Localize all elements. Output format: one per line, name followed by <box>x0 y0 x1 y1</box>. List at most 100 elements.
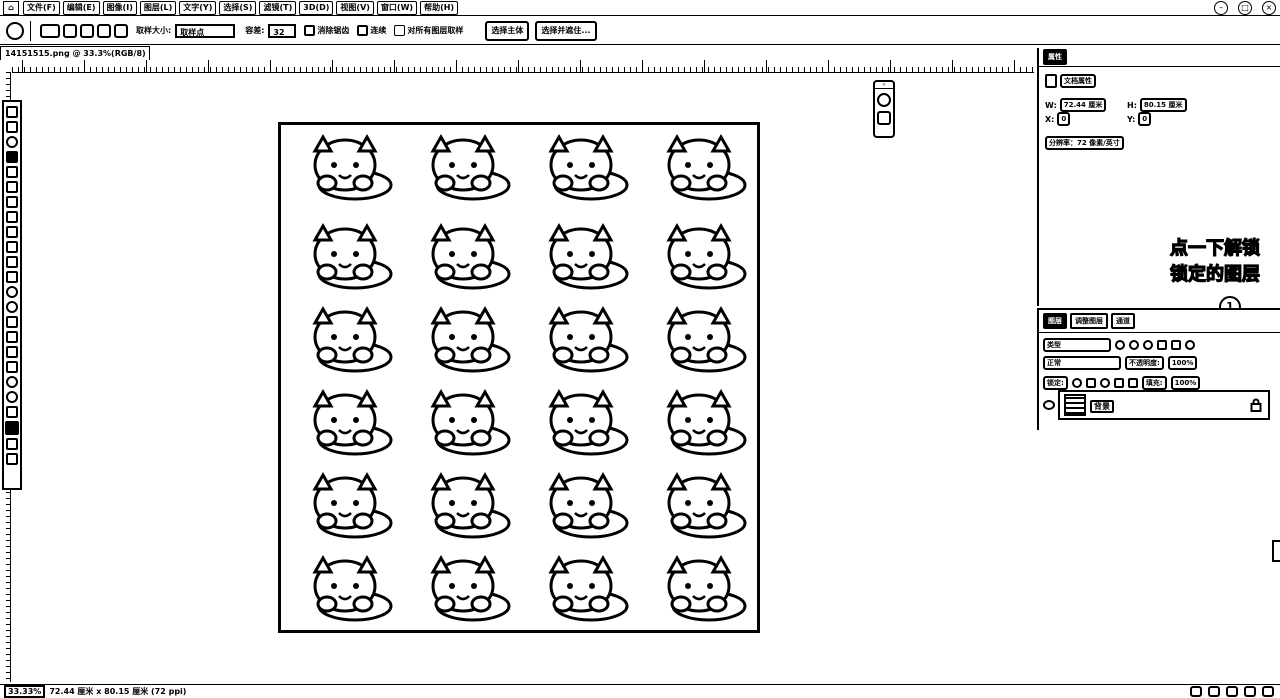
pen-tool-icon[interactable] <box>6 316 18 328</box>
layer-name[interactable]: 背景 <box>1090 400 1114 413</box>
hand-tool-icon[interactable] <box>6 376 18 388</box>
menu-filter[interactable]: 滤镜(T) <box>259 0 297 15</box>
lock-pixels-icon[interactable] <box>1085 378 1096 388</box>
healing-brush-icon[interactable] <box>6 196 18 208</box>
panel-collapse-icon[interactable] <box>1272 540 1280 562</box>
document-tab[interactable]: 14151515.png @ 33.3%(RGB/8) * <box>0 46 150 60</box>
filter-adjust-icon[interactable] <box>1129 340 1139 350</box>
tray-icon-3[interactable] <box>1226 686 1238 697</box>
history-brush-icon[interactable] <box>6 241 18 253</box>
zoom-tool-icon[interactable] <box>6 391 18 403</box>
minimize-icon[interactable]: – <box>1214 1 1228 15</box>
x-value[interactable]: 0 <box>1057 112 1071 126</box>
menu-image[interactable]: 图像(I) <box>102 0 137 15</box>
lock-transparent-icon[interactable] <box>1071 378 1082 388</box>
gradient-tool-icon[interactable] <box>6 271 18 283</box>
filter-toggle-icon[interactable] <box>1185 340 1195 350</box>
menu-file[interactable]: 文件(F) <box>23 0 60 15</box>
annotation-line-1: 点一下解锁 <box>1169 237 1260 259</box>
eraser-tool-icon[interactable] <box>6 256 18 268</box>
height-value[interactable]: 80.15 厘米 <box>1139 98 1187 112</box>
filter-pixel-icon[interactable] <box>1115 340 1125 350</box>
select-subject-button[interactable]: 选择主体 <box>485 20 530 41</box>
sample-size-select[interactable]: 取样点 <box>175 23 236 38</box>
path-select-icon[interactable] <box>6 346 18 358</box>
tab-channels[interactable]: 通道 <box>1111 313 1135 329</box>
menu-view[interactable]: 视图(V) <box>336 0 374 15</box>
layer-kind-filter[interactable]: 类型 <box>1043 338 1111 352</box>
visibility-eye-icon[interactable] <box>1043 400 1055 410</box>
lasso-tool-icon[interactable] <box>6 136 18 148</box>
filter-shape-icon[interactable] <box>1157 340 1167 350</box>
foreground-color-swatch[interactable] <box>5 421 19 435</box>
brush-tool-icon[interactable] <box>6 211 18 223</box>
menu-edit[interactable]: 编辑(E) <box>62 0 100 15</box>
contiguous-checkbox[interactable] <box>357 25 369 36</box>
lock-artboard-icon[interactable] <box>1113 378 1124 388</box>
menu-layer[interactable]: 图层(L) <box>139 0 177 15</box>
type-tool-icon[interactable] <box>6 331 18 343</box>
intersect-selection-icon[interactable] <box>114 23 128 38</box>
y-value[interactable]: 0 <box>1138 112 1152 126</box>
sticker-red-panda <box>548 305 629 373</box>
tab-layers[interactable]: 图层 <box>1043 313 1067 329</box>
lock-all-icon[interactable] <box>1127 378 1138 388</box>
menu-help[interactable]: 帮助(H) <box>420 0 459 15</box>
filter-type-icon[interactable] <box>1143 340 1153 350</box>
document-canvas[interactable] <box>278 122 760 633</box>
more-tools-icon[interactable] <box>6 406 18 418</box>
sticker-red-panda <box>548 471 629 539</box>
tray-icon-4[interactable] <box>1244 686 1256 697</box>
home-icon[interactable]: ⌂ <box>3 0 19 15</box>
filter-smart-icon[interactable] <box>1171 340 1181 350</box>
crop-tool-icon[interactable] <box>6 166 18 178</box>
menu-3d[interactable]: 3D(D) <box>299 0 334 15</box>
quick-mask-icon[interactable] <box>6 438 18 450</box>
shape-tool-icon[interactable] <box>6 361 18 373</box>
width-value[interactable]: 72.44 厘米 <box>1059 98 1107 112</box>
contiguous-label: 连续 <box>370 26 387 35</box>
close-icon[interactable]: × <box>1262 1 1276 15</box>
marquee-tool-icon[interactable] <box>6 121 18 133</box>
zoom-level[interactable]: 33.33% <box>4 685 46 698</box>
opacity-input[interactable]: 100% <box>1167 356 1198 370</box>
maximize-icon[interactable]: □ <box>1238 1 1252 15</box>
magic-wand-tool-icon[interactable] <box>6 151 18 163</box>
dodge-tool-icon[interactable] <box>6 301 18 313</box>
floating-panel-grip[interactable]: » <box>875 82 893 89</box>
tray-icon-1[interactable] <box>1190 686 1202 697</box>
menu-type[interactable]: 文字(Y) <box>179 0 217 15</box>
tray-icon-2[interactable] <box>1208 686 1220 697</box>
home-button-icon[interactable] <box>6 21 24 40</box>
ruler-tick <box>456 60 457 72</box>
blend-mode-select[interactable]: 正常 <box>1043 356 1121 370</box>
tab-properties[interactable]: 属性 <box>1043 49 1067 65</box>
menu-window[interactable]: 窗口(W) <box>376 0 418 15</box>
tray-icon-5[interactable] <box>1262 686 1274 697</box>
blur-tool-icon[interactable] <box>6 286 18 298</box>
select-and-mask-button[interactable]: 选择并遮住... <box>535 20 597 41</box>
sample-all-layers-checkbox[interactable] <box>394 25 406 36</box>
magic-wand-icon[interactable] <box>40 23 60 38</box>
menu-select[interactable]: 选择(S) <box>219 0 257 15</box>
eyedropper-tool-icon[interactable] <box>6 181 18 193</box>
add-selection-icon[interactable] <box>80 23 94 38</box>
fill-input[interactable]: 100% <box>1170 376 1201 390</box>
tolerance-label: 容差: <box>245 26 265 35</box>
lock-icon[interactable] <box>1250 398 1262 412</box>
subtract-selection-icon[interactable] <box>97 23 111 38</box>
screen-mode-icon[interactable] <box>6 453 18 465</box>
sticker-red-panda <box>666 305 747 373</box>
new-selection-icon[interactable] <box>63 23 77 38</box>
lock-position-icon[interactable] <box>1099 378 1110 388</box>
annotation-line-2: 锁定的图层 <box>1169 263 1260 285</box>
grid-icon[interactable] <box>877 111 891 125</box>
ruler-tick <box>518 60 519 72</box>
move-tool-icon[interactable] <box>6 106 18 118</box>
tab-adjustments[interactable]: 调整图层 <box>1070 313 1108 329</box>
layer-row-background[interactable]: 背景 <box>1058 390 1270 420</box>
tolerance-input[interactable]: 32 <box>268 23 297 38</box>
stamp-tool-icon[interactable] <box>6 226 18 238</box>
antialias-checkbox[interactable] <box>304 25 316 36</box>
color-wheel-icon[interactable] <box>877 93 891 107</box>
